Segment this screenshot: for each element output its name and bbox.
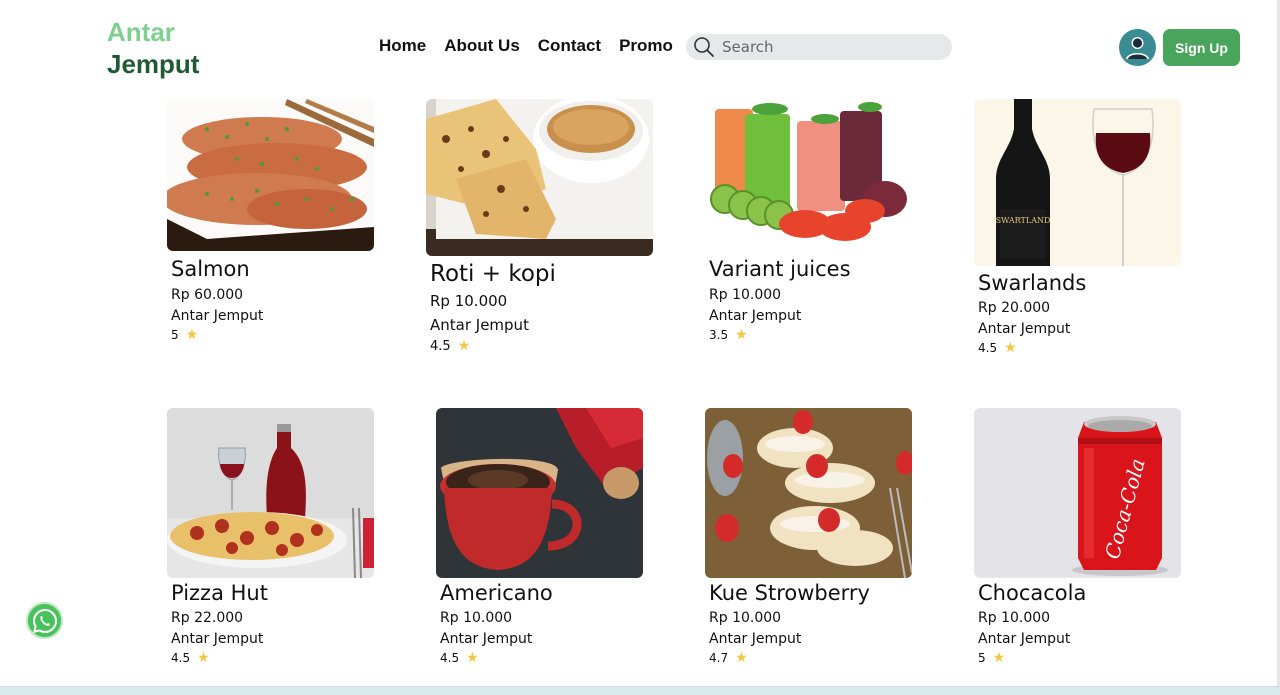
product-name[interactable]: Variant juices xyxy=(709,257,912,281)
product-card-swarlands[interactable]: SWARTLAND Swarlands Rp 20.000 Antar Jemp… xyxy=(974,99,1181,356)
product-store: Antar Jemput xyxy=(171,631,264,647)
kue-strowberry-image[interactable] xyxy=(705,408,912,578)
star-icon: ★ xyxy=(735,327,748,343)
top-header: Antar Jemput Home About Us Contact Promo xyxy=(0,0,1277,96)
product-name[interactable]: Kue Strowberry xyxy=(709,581,912,605)
product-rating: 5 ★ xyxy=(171,327,374,343)
product-store: Antar Jemput xyxy=(171,308,264,324)
rating-value: 4.5 xyxy=(978,341,998,355)
star-icon: ★ xyxy=(735,650,748,666)
rating-value: 5 xyxy=(171,328,179,342)
star-icon: ★ xyxy=(466,650,479,666)
product-card-chocacola[interactable]: Coca-Cola Chocacola Rp 10.000 Antar Jemp… xyxy=(974,408,1181,666)
product-card-salmon[interactable]: Salmon Rp 60.000 Antar Jemput 5 ★ xyxy=(167,99,374,343)
product-price: Rp 10.000 xyxy=(709,610,782,626)
product-store: Antar Jemput xyxy=(430,316,529,334)
swarlands-image[interactable]: SWARTLAND xyxy=(974,99,1181,266)
product-rating: 4.5 ★ xyxy=(171,650,374,666)
product-store: Antar Jemput xyxy=(978,321,1071,337)
variant-juices-image[interactable] xyxy=(705,99,912,251)
product-name[interactable]: Pizza Hut xyxy=(171,581,374,605)
product-price: Rp 22.000 xyxy=(171,610,244,626)
chocacola-image[interactable]: Coca-Cola xyxy=(974,408,1181,578)
swartland-label: SWARTLAND xyxy=(996,216,1051,225)
nav-about-us[interactable]: About Us xyxy=(444,36,520,56)
star-icon: ★ xyxy=(1004,340,1017,356)
product-rating: 3.5 ★ xyxy=(709,327,912,343)
os-taskbar xyxy=(0,686,1280,695)
nav-home[interactable]: Home xyxy=(379,36,426,56)
product-name[interactable]: Roti + kopi xyxy=(430,261,653,287)
product-price: Rp 10.000 xyxy=(978,610,1051,626)
product-card-americano[interactable]: Americano Rp 10.000 Antar Jemput 4.5 ★ xyxy=(436,408,643,666)
product-name[interactable]: Chocacola xyxy=(978,581,1181,605)
product-store: Antar Jemput xyxy=(440,631,533,647)
product-store: Antar Jemput xyxy=(709,631,802,647)
product-card-roti-kopi[interactable]: Roti + kopi Rp 10.000 Antar Jemput 4.5 ★ xyxy=(426,99,653,354)
rating-value: 4.7 xyxy=(709,651,729,665)
star-icon: ★ xyxy=(185,327,199,343)
product-price: Rp 10.000 xyxy=(430,292,508,310)
nav-promo[interactable]: Promo xyxy=(619,36,673,56)
roti-kopi-image[interactable] xyxy=(426,99,653,256)
whatsapp-icon[interactable] xyxy=(26,602,63,639)
product-card-kue-strowberry[interactable]: Kue Strowberry Rp 10.000 Antar Jemput 4.… xyxy=(705,408,912,666)
product-rating: 4.7 ★ xyxy=(709,650,912,666)
search-input[interactable] xyxy=(722,38,942,56)
star-icon: ★ xyxy=(992,650,1006,666)
search-bar[interactable] xyxy=(686,34,952,60)
product-store: Antar Jemput xyxy=(978,631,1071,647)
product-card-variant-juices[interactable]: Variant juices Rp 10.000 Antar Jemput 3.… xyxy=(705,99,912,343)
product-name[interactable]: Swarlands xyxy=(978,271,1181,295)
product-name[interactable]: Salmon xyxy=(171,257,374,281)
product-rating: 4.5 ★ xyxy=(430,338,653,354)
page: Antar Jemput Home About Us Contact Promo xyxy=(0,0,1280,695)
product-price: Rp 10.000 xyxy=(709,287,782,303)
star-icon: ★ xyxy=(197,650,210,666)
product-card-pizza-hut[interactable]: Pizza Hut Rp 22.000 Antar Jemput 4.5 ★ xyxy=(167,408,374,666)
rating-value: 5 xyxy=(978,651,986,665)
product-price: Rp 10.000 xyxy=(440,610,513,626)
nav-contact[interactable]: Contact xyxy=(538,36,601,56)
user-avatar-icon[interactable] xyxy=(1119,29,1156,66)
product-price: Rp 60.000 xyxy=(171,287,244,303)
sign-up-button[interactable]: Sign Up xyxy=(1163,29,1240,66)
rating-value: 3.5 xyxy=(709,328,729,342)
search-icon[interactable] xyxy=(692,35,716,59)
product-store: Antar Jemput xyxy=(709,308,802,324)
brand-line-2: Jemput xyxy=(107,49,200,79)
pizza-hut-image[interactable] xyxy=(167,408,374,578)
rating-value: 4.5 xyxy=(171,651,191,665)
brand-line-1: Antar xyxy=(107,17,175,47)
rating-value: 4.5 xyxy=(440,651,460,665)
product-rating: 4.5 ★ xyxy=(978,340,1181,356)
product-rating: 4.5 ★ xyxy=(440,650,643,666)
rating-value: 4.5 xyxy=(430,338,451,354)
main-nav: Home About Us Contact Promo xyxy=(379,36,673,56)
product-price: Rp 20.000 xyxy=(978,300,1051,316)
brand-logo[interactable]: Antar Jemput xyxy=(107,16,199,80)
salmon-image[interactable] xyxy=(167,99,374,251)
star-icon: ★ xyxy=(457,338,471,354)
product-rating: 5 ★ xyxy=(978,650,1181,666)
americano-image[interactable] xyxy=(436,408,643,578)
product-name[interactable]: Americano xyxy=(440,581,643,605)
